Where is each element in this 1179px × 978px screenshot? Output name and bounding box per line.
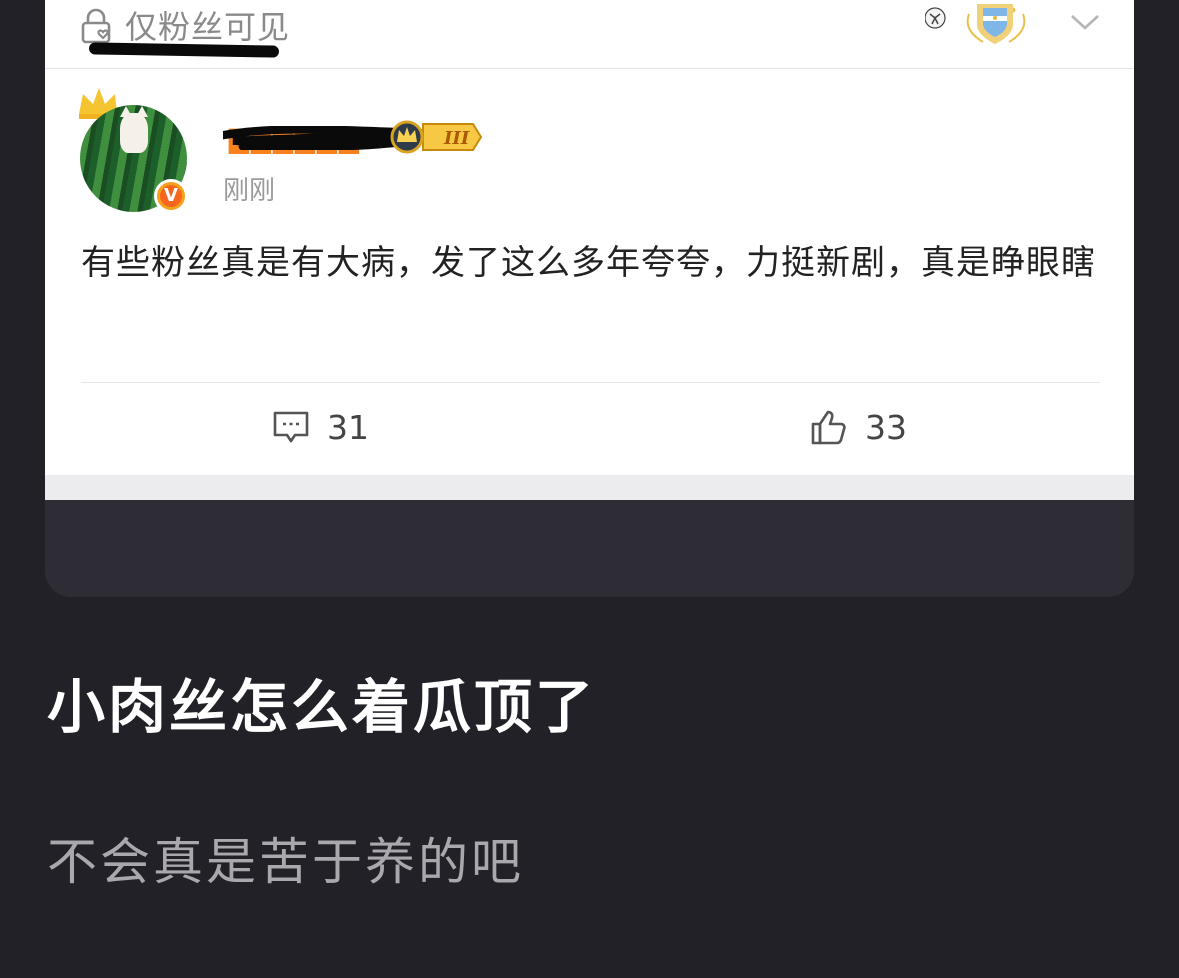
verified-badge: V	[154, 179, 188, 213]
avatar-cat	[120, 106, 148, 153]
emblem-icon	[925, 4, 1026, 44]
like-button[interactable]: 33	[809, 404, 907, 450]
card-bottom-strip	[45, 475, 1134, 500]
visibility-bar: 仅粉丝可见	[45, 0, 1134, 69]
scribble-underline	[88, 42, 280, 58]
chevron-down-icon[interactable]	[1069, 10, 1101, 34]
level-badge: III	[390, 120, 483, 154]
comment-button[interactable]: 31	[271, 404, 369, 450]
divider	[81, 382, 1100, 383]
caption-headline: 小肉丝怎么着瓜顶了	[47, 673, 597, 741]
comment-icon	[273, 411, 309, 443]
lock-heart-icon	[81, 8, 111, 44]
caption-subtext: 不会真是苦于养的吧	[47, 833, 524, 891]
like-icon	[811, 410, 846, 445]
post-timestamp: 刚刚	[223, 176, 276, 206]
weibo-post-card: 仅粉丝可见 V ▇▇▇▇▇▇ III 刚刚 有些粉丝真是有大病，发了这么多年夸夸…	[45, 0, 1134, 475]
comment-count: 31	[327, 407, 369, 447]
post-screenshot-card: 仅粉丝可见 V ▇▇▇▇▇▇ III 刚刚 有些粉丝真是有大病，发了这么多年夸夸…	[45, 0, 1134, 597]
level-text: III	[443, 128, 470, 149]
post-text: 有些粉丝真是有大病，发了这么多年夸夸，力挺新剧，真是睁眼瞎	[81, 243, 1096, 283]
like-count: 33	[865, 407, 907, 447]
visibility-label: 仅粉丝可见	[125, 8, 291, 46]
